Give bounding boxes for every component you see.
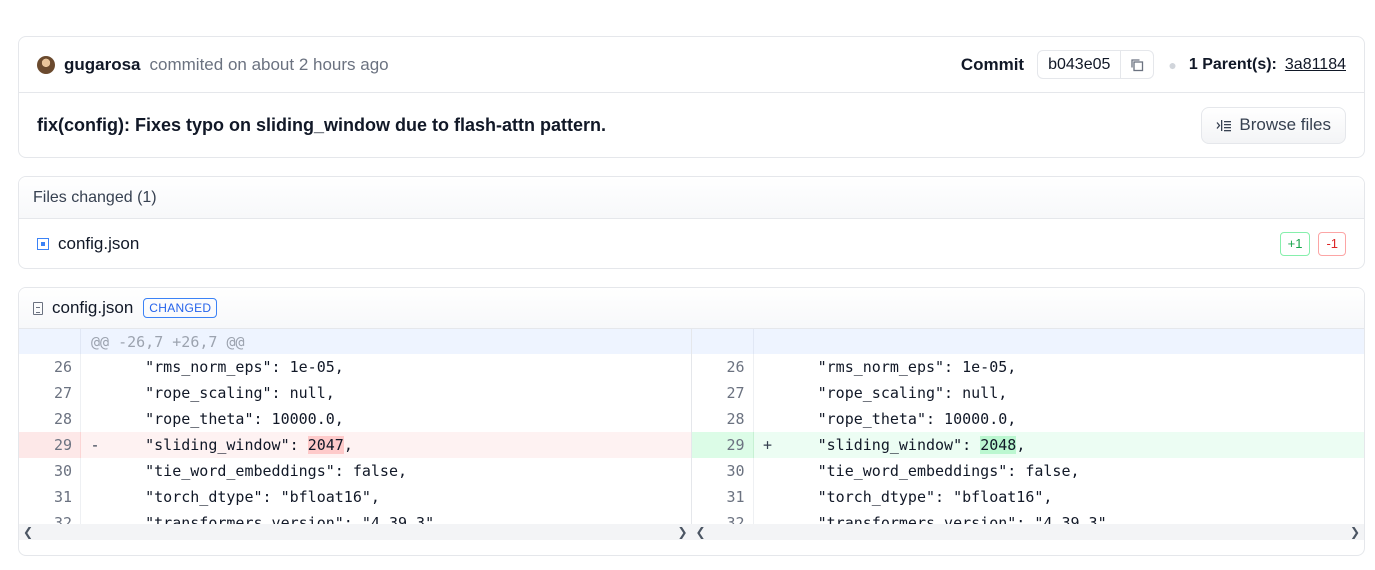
code-segment: "sliding_window": — [109, 436, 308, 454]
line-number[interactable]: 27 — [692, 380, 754, 406]
author-name[interactable]: gugarosa — [64, 55, 141, 75]
horizontal-scrollbar[interactable]: ❮ ❯ ❮ ❯ — [19, 524, 1364, 540]
code-segment: "tie_word_embeddings": false, — [781, 462, 1080, 480]
line-number[interactable]: 31 — [692, 484, 754, 510]
copy-icon — [1131, 58, 1144, 71]
code-text: "rope_theta": 10000.0, — [782, 410, 1017, 428]
added-token: 2048 — [980, 436, 1017, 454]
additions-badge: +1 — [1279, 232, 1311, 256]
line-number[interactable]: 28 — [692, 406, 754, 432]
file-list-item[interactable]: config.json +1 -1 — [19, 219, 1364, 268]
diff-sign: + — [762, 436, 773, 454]
commit-label: Commit — [960, 54, 1025, 74]
document-icon — [33, 301, 43, 315]
line-number[interactable]: 29 — [691, 432, 754, 458]
commit-hash-group: b043e05 — [1037, 50, 1155, 79]
diff-line-added: 29 + "sliding_window": 2048, — [691, 432, 1364, 458]
diff-line: 26 "rms_norm_eps": 1e-05, — [692, 354, 1365, 380]
code-segment: "rope_scaling": null, — [109, 384, 335, 402]
commit-message: fix(config): Fixes typo on sliding_windo… — [37, 114, 606, 135]
code-text: "sliding_window": 2047, — [109, 436, 353, 454]
code-segment: "rope_scaling": null, — [781, 384, 1008, 402]
line-number[interactable]: 31 — [19, 484, 81, 510]
code-segment: "tie_word_embeddings": false, — [109, 462, 408, 480]
removed-token: 2047 — [307, 436, 344, 454]
line-number[interactable]: 28 — [19, 406, 81, 432]
code-text: "tie_word_embeddings": false, — [109, 462, 407, 480]
diff-line: 30 "tie_word_embeddings": false, — [692, 458, 1365, 484]
line-number[interactable]: 30 — [19, 458, 81, 484]
parents-label: 1 Parent(s): — [1188, 55, 1277, 73]
diff-line: 31 "torch_dtype": "bfloat16", — [19, 484, 691, 510]
code-segment: "rope_theta": 10000.0, — [109, 410, 344, 428]
scroll-left-arrow-icon[interactable]: ❮ — [23, 525, 33, 539]
line-number[interactable]: 27 — [19, 380, 81, 406]
commit-body: fix(config): Fixes typo on sliding_windo… — [19, 93, 1364, 157]
hunk-header: @@ -26,7 +26,7 @@ — [91, 332, 245, 351]
hunk-header-row: @@ -26,7 +26,7 @@ — [19, 329, 691, 354]
diff-header: config.json CHANGED — [19, 288, 1364, 329]
avatar[interactable] — [37, 55, 55, 74]
diff-line: 30 "tie_word_embeddings": false, — [19, 458, 691, 484]
code-segment: "rope_theta": 10000.0, — [781, 410, 1017, 428]
hunk-header-row — [691, 329, 1364, 354]
code-text: "rms_norm_eps": 1e-05, — [109, 358, 344, 376]
code-text: "rope_scaling": null, — [109, 384, 335, 402]
diff-pane-left: @@ -26,7 +26,7 @@ 26 "rms_norm_eps": 1e-… — [19, 329, 692, 540]
code-segment: , — [1016, 436, 1026, 454]
code-text: "torch_dtype": "bfloat16", — [109, 488, 380, 506]
code-text: "sliding_window": 2048, — [781, 436, 1026, 454]
diff-line: 28 "rope_theta": 10000.0, — [19, 406, 691, 432]
diff-card: config.json CHANGED @@ -26,7 +26,7 @@ 26… — [18, 287, 1365, 556]
separator-dot: ● — [1168, 56, 1177, 73]
diff-line: 27 "rope_scaling": null, — [692, 380, 1365, 406]
files-changed-card: Files changed (1) config.json +1 -1 — [18, 176, 1365, 269]
line-number[interactable]: 26 — [692, 354, 754, 380]
file-diff-icon — [37, 238, 49, 250]
code-segment: "rms_norm_eps": 1e-05, — [109, 358, 344, 376]
deletions-badge: -1 — [1318, 232, 1346, 256]
diff-line: 31 "torch_dtype": "bfloat16", — [692, 484, 1365, 510]
browse-files-label: Browse files — [1239, 115, 1331, 134]
scroll-right-arrow-icon[interactable]: ❯ — [1350, 525, 1360, 539]
changed-badge: CHANGED — [143, 298, 218, 318]
commit-hash[interactable]: b043e05 — [1038, 51, 1122, 78]
line-number[interactable]: 26 — [19, 354, 81, 380]
code-segment: "sliding_window": — [781, 436, 981, 454]
diff-line: 27 "rope_scaling": null, — [19, 380, 691, 406]
code-text: "tie_word_embeddings": false, — [782, 462, 1080, 480]
code-text: "rope_theta": 10000.0, — [109, 410, 344, 428]
browse-files-icon — [1216, 119, 1232, 132]
code-segment: "torch_dtype": "bfloat16", — [781, 488, 1053, 506]
scroll-left-arrow-icon[interactable]: ❮ — [696, 525, 706, 539]
copy-hash-button[interactable] — [1121, 51, 1153, 78]
line-number[interactable]: 29 — [19, 432, 81, 458]
diff-file-name[interactable]: config.json — [52, 298, 133, 318]
code-segment: "torch_dtype": "bfloat16", — [109, 488, 380, 506]
files-changed-header: Files changed (1) — [19, 177, 1364, 219]
code-text: "torch_dtype": "bfloat16", — [782, 488, 1053, 506]
browse-files-button[interactable]: Browse files — [1201, 106, 1346, 144]
line-number[interactable]: 30 — [692, 458, 754, 484]
commit-time: commited on about 2 hours ago — [149, 54, 389, 74]
scroll-right-arrow-icon[interactable]: ❯ — [677, 525, 687, 539]
commit-card: gugarosa commited on about 2 hours ago C… — [18, 36, 1365, 158]
code-text: "rope_scaling": null, — [782, 384, 1008, 402]
code-segment: "rms_norm_eps": 1e-05, — [781, 358, 1017, 376]
file-name[interactable]: config.json — [58, 234, 139, 254]
scrollbar-right-pane[interactable]: ❮ ❯ — [692, 524, 1365, 540]
diff-line: 28 "rope_theta": 10000.0, — [692, 406, 1365, 432]
diff-sign: - — [90, 436, 100, 454]
diff-line-removed: 29- "sliding_window": 2047, — [19, 432, 691, 458]
diff-body: @@ -26,7 +26,7 @@ 26 "rms_norm_eps": 1e-… — [19, 329, 1364, 540]
commit-header: gugarosa commited on about 2 hours ago C… — [19, 37, 1364, 93]
code-segment: , — [343, 436, 353, 454]
diff-line: 26 "rms_norm_eps": 1e-05, — [19, 354, 691, 380]
parent-commit-link[interactable]: 3a81184 — [1285, 56, 1346, 74]
scrollbar-left-pane[interactable]: ❮ ❯ — [19, 524, 692, 540]
code-text: "rms_norm_eps": 1e-05, — [782, 358, 1017, 376]
diff-pane-right: 26 "rms_norm_eps": 1e-05, 27 "rope_scalin… — [691, 329, 1365, 540]
